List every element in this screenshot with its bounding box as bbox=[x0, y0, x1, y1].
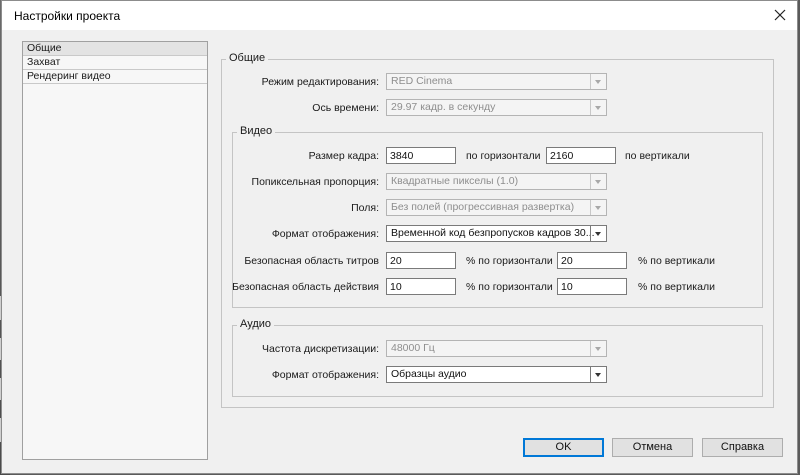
action-safe-h-unit: % по горизонтали bbox=[466, 281, 553, 293]
chevron-down-icon bbox=[590, 174, 606, 189]
close-button[interactable] bbox=[769, 4, 791, 26]
general-group: Общие Режим редактирования: RED Cinema О… bbox=[221, 52, 774, 408]
title-safe-h-unit: % по горизонтали bbox=[466, 255, 553, 267]
edit-mode-label: Режим редактирования: bbox=[261, 76, 379, 88]
timebase-select[interactable]: 29.97 кадр. в секунду bbox=[386, 99, 607, 116]
sample-rate-select[interactable]: 48000 Гц bbox=[386, 340, 607, 357]
video-group: Видео Размер кадра: по горизонтали по ве… bbox=[232, 125, 763, 308]
action-safe-v-unit: % по вертикали bbox=[638, 281, 715, 293]
title-bar[interactable]: Настройки проекта bbox=[2, 1, 797, 30]
edit-mode-value: RED Cinema bbox=[391, 75, 453, 87]
title-safe-v-unit: % по вертикали bbox=[638, 255, 715, 267]
audio-display-format-value: Образцы аудио bbox=[391, 368, 467, 380]
sidebar-item-video-rendering[interactable]: Рендеринг видео bbox=[23, 70, 207, 84]
general-group-label: Общие bbox=[226, 52, 269, 64]
dialog-title: Настройки проекта bbox=[14, 9, 121, 23]
frame-width-input[interactable] bbox=[386, 147, 456, 164]
sidebar-item-general[interactable]: Общие bbox=[23, 42, 207, 56]
pixel-aspect-select[interactable]: Квадратные пикселы (1.0) bbox=[386, 173, 607, 190]
video-display-format-value: Временной код безпропусков кадров 30... bbox=[391, 227, 595, 239]
settings-category-list: Общие Захват Рендеринг видео bbox=[22, 41, 208, 460]
frame-size-label: Размер кадра: bbox=[308, 150, 379, 162]
title-safe-label: Безопасная область титров bbox=[244, 255, 379, 267]
close-icon bbox=[774, 9, 786, 21]
chevron-down-icon bbox=[590, 367, 606, 382]
chevron-down-icon bbox=[590, 200, 606, 215]
chevron-down-icon bbox=[590, 74, 606, 89]
video-display-format-select[interactable]: Временной код безпропусков кадров 30... bbox=[386, 225, 607, 242]
chevron-down-icon bbox=[590, 100, 606, 115]
edit-mode-select[interactable]: RED Cinema bbox=[386, 73, 607, 90]
title-safe-v-input[interactable] bbox=[557, 252, 627, 269]
cancel-button[interactable]: Отмена bbox=[612, 438, 693, 457]
help-button[interactable]: Справка bbox=[702, 438, 783, 457]
project-settings-dialog: Настройки проекта Общие Захват Рендеринг… bbox=[1, 0, 798, 474]
title-safe-h-input[interactable] bbox=[386, 252, 456, 269]
audio-display-format-select[interactable]: Образцы аудио bbox=[386, 366, 607, 383]
chevron-down-icon bbox=[590, 341, 606, 356]
action-safe-v-input[interactable] bbox=[557, 278, 627, 295]
fields-label: Поля: bbox=[351, 202, 379, 214]
timebase-label: Ось времени: bbox=[312, 102, 379, 114]
fields-select[interactable]: Без полей (прогрессивная развертка) bbox=[386, 199, 607, 216]
fields-value: Без полей (прогрессивная развертка) bbox=[391, 201, 575, 213]
timebase-value: 29.97 кадр. в секунду bbox=[391, 101, 496, 113]
audio-group: Аудио Частота дискретизации: 48000 Гц Фо… bbox=[232, 318, 763, 397]
ok-button[interactable]: OK bbox=[523, 438, 604, 457]
video-group-label: Видео bbox=[237, 125, 276, 137]
sidebar-item-capture[interactable]: Захват bbox=[23, 56, 207, 70]
sample-rate-value: 48000 Гц bbox=[391, 342, 435, 354]
action-safe-label: Безопасная область действия bbox=[232, 281, 379, 293]
frame-height-unit: по вертикали bbox=[625, 150, 690, 162]
action-safe-h-input[interactable] bbox=[386, 278, 456, 295]
audio-display-format-label: Формат отображения: bbox=[271, 369, 379, 381]
pixel-aspect-label: Попиксельная пропорция: bbox=[251, 176, 379, 188]
frame-height-input[interactable] bbox=[546, 147, 616, 164]
audio-group-label: Аудио bbox=[237, 318, 275, 330]
pixel-aspect-value: Квадратные пикселы (1.0) bbox=[391, 175, 519, 187]
video-display-format-label: Формат отображения: bbox=[271, 228, 379, 240]
sample-rate-label: Частота дискретизации: bbox=[262, 343, 379, 355]
chevron-down-icon bbox=[590, 226, 606, 241]
frame-width-unit: по горизонтали bbox=[466, 150, 541, 162]
